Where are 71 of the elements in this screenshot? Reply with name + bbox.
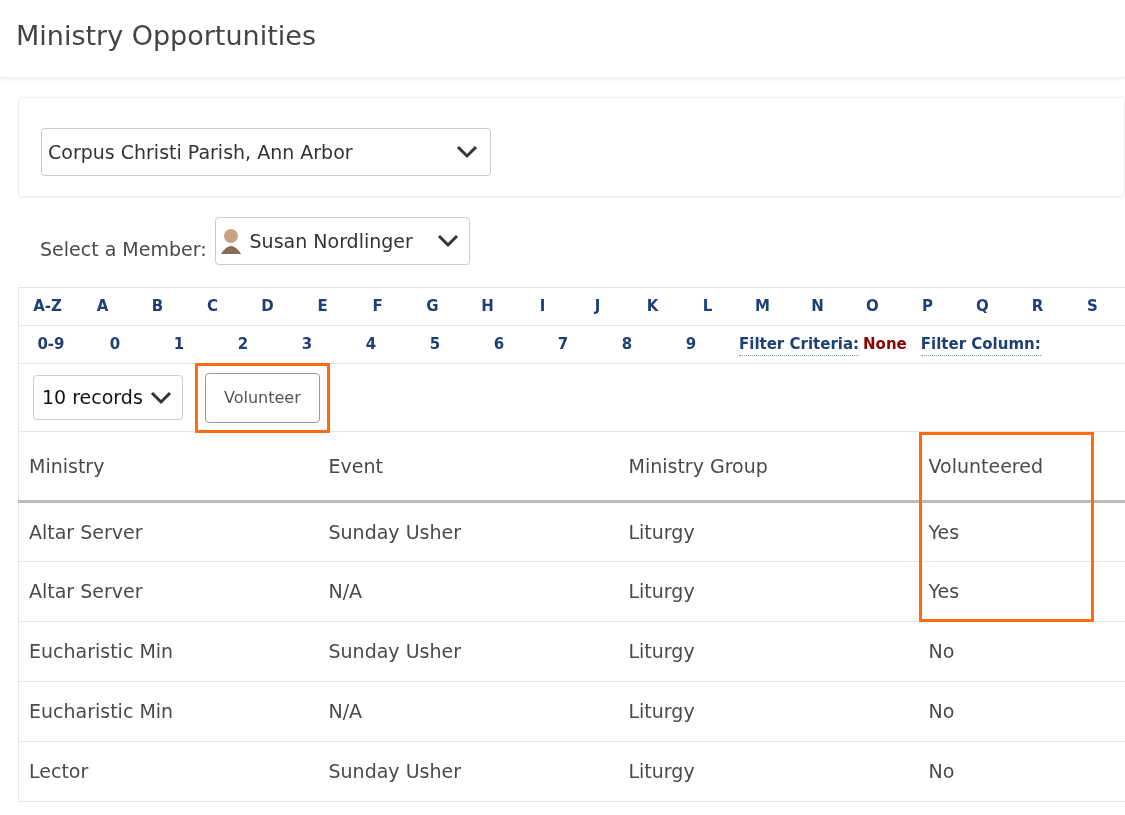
table-cell: No	[918, 681, 1125, 742]
filter-criteria-label: Filter Criteria:	[739, 332, 860, 357]
column-header: Ministry Group	[618, 431, 919, 502]
column-header: Event	[318, 431, 619, 502]
digit-filter-link[interactable]: 7	[531, 333, 595, 356]
table-cell: Liturgy	[618, 681, 919, 742]
letter-filter-link[interactable]: F	[349, 295, 404, 318]
table-cell: No	[918, 741, 1125, 802]
table-cell: Liturgy	[618, 501, 919, 562]
digit-filter-link[interactable]: 3	[275, 333, 339, 356]
member-select[interactable]: Susan Nordlinger	[214, 217, 470, 265]
digit-filter-link[interactable]: 5	[403, 333, 467, 356]
table-cell: N/A	[318, 681, 619, 742]
table-cell: Eucharistic Min	[18, 621, 319, 682]
digit-filter-link[interactable]: 4	[339, 333, 403, 356]
digit-filter-link[interactable]: 9	[659, 333, 723, 356]
page-title: Ministry Opportunities	[16, 20, 316, 51]
letter-filter-link[interactable]: K	[624, 295, 679, 318]
letter-filter-link[interactable]: H	[459, 295, 514, 318]
table-cell: Liturgy	[618, 621, 919, 682]
person-avatar-icon	[219, 228, 242, 254]
letter-filter-link[interactable]: N	[789, 295, 844, 318]
select-value: Corpus Christi Parish, Ann Arbor	[48, 139, 353, 165]
letter-filter-link[interactable]: C	[184, 295, 239, 318]
letter-filter-link[interactable]: G	[404, 295, 459, 318]
letter-filter-link[interactable]: E	[294, 295, 349, 318]
digit-filter-link[interactable]: 2	[211, 333, 275, 356]
table-cell: Altar Server	[18, 561, 319, 622]
letter-filter-link[interactable]: O	[844, 295, 899, 318]
table-cell: Sunday Usher	[318, 501, 619, 562]
table-cell: Sunday Usher	[318, 741, 619, 802]
select-value: 10 records	[42, 385, 143, 411]
table-cell: Lector	[18, 741, 319, 802]
member-label: Select a Member:	[40, 236, 207, 262]
letter-filter-link[interactable]: B	[129, 295, 184, 318]
table-cell: N/A	[318, 561, 619, 622]
table-cell: Liturgy	[618, 741, 919, 802]
digit-filter-link[interactable]: 8	[595, 333, 659, 356]
chevron-down-icon	[150, 390, 172, 405]
filter-column-label: Filter Column:	[920, 332, 1041, 357]
volunteer-button[interactable]: Volunteer	[205, 372, 320, 423]
chevron-down-icon	[436, 234, 459, 248]
table-cell: Eucharistic Min	[18, 681, 319, 742]
digit-filter-link[interactable]: 6	[467, 333, 531, 356]
letter-filter-link[interactable]: A-Z	[19, 295, 74, 318]
chevron-down-icon	[456, 145, 478, 159]
parish-select[interactable]: Corpus Christi Parish, Ann Arbor	[41, 128, 491, 176]
table-cell: No	[918, 621, 1125, 682]
letter-filter-link[interactable]: D	[239, 295, 294, 318]
digit-filter-link[interactable]: 0	[83, 333, 147, 356]
select-value: Susan Nordlinger	[249, 228, 413, 254]
letter-filter-link[interactable]: R	[1009, 295, 1064, 318]
filter-criteria-value: None	[863, 334, 907, 356]
letter-filter-link[interactable]: M	[734, 295, 789, 318]
table-cell: Yes	[918, 561, 1125, 622]
letter-filter-link[interactable]: P	[899, 295, 954, 318]
column-header: Volunteered	[918, 431, 1125, 502]
letter-filter-link[interactable]: I	[514, 295, 569, 318]
digit-filter-link[interactable]: 1	[147, 333, 211, 356]
digit-filter-link[interactable]: 0-9	[19, 333, 83, 356]
table-cell: Sunday Usher	[318, 621, 619, 682]
table-cell: Liturgy	[618, 561, 919, 622]
letter-filter-link[interactable]: A	[74, 295, 129, 318]
letter-filter-link[interactable]: Q	[954, 295, 1009, 318]
letter-filter-link[interactable]: J	[569, 295, 624, 318]
column-header: Ministry	[18, 431, 319, 502]
letter-filter-link[interactable]: S	[1064, 295, 1119, 318]
letter-filter-link[interactable]: L	[679, 295, 734, 318]
records-select[interactable]: 10 records	[33, 375, 183, 420]
table-cell: Altar Server	[18, 501, 319, 562]
table-cell: Yes	[918, 501, 1125, 562]
